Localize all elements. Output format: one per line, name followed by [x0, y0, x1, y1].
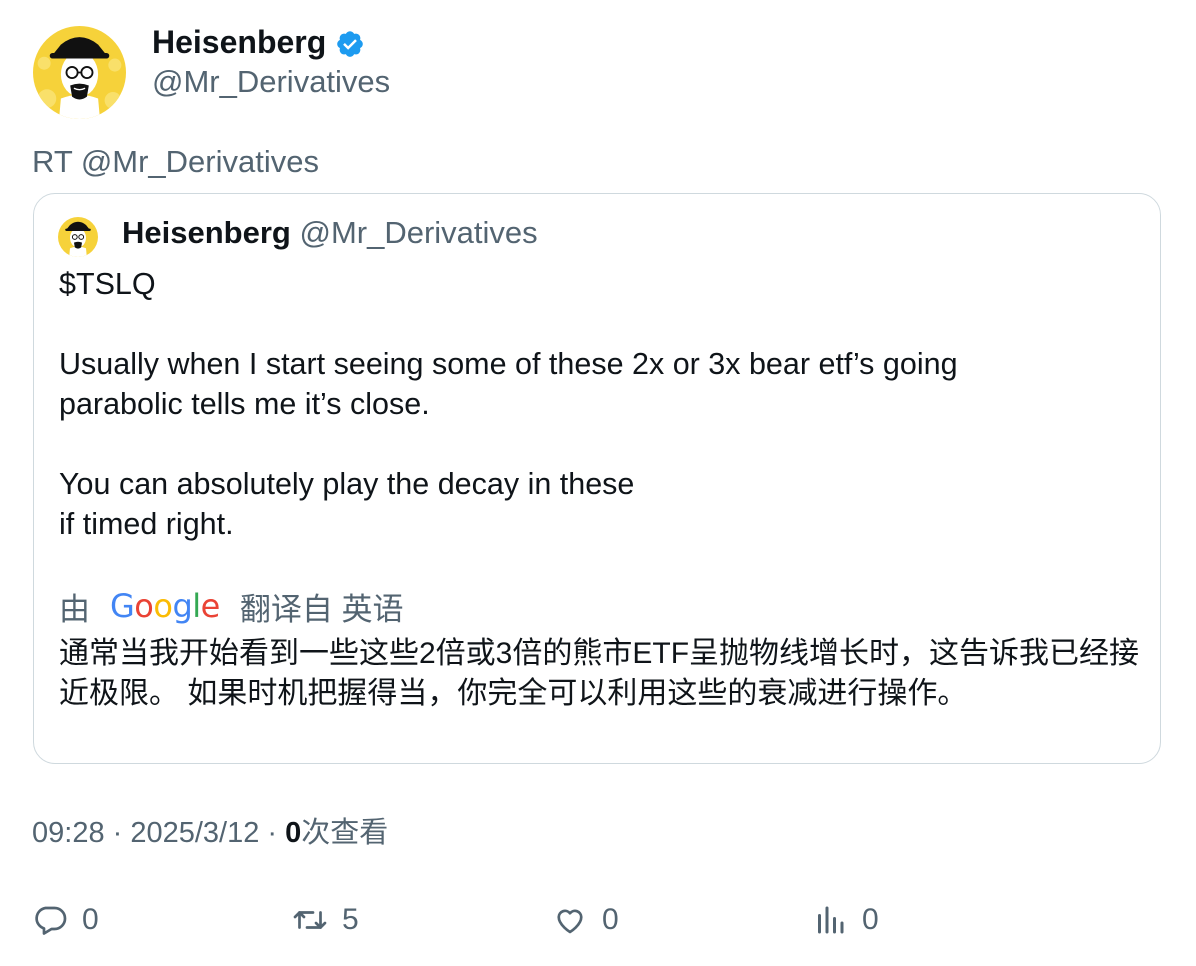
views-action-count: 0: [862, 903, 879, 936]
quoted-author-avatar[interactable]: [58, 217, 98, 257]
retweet-count: 5: [342, 903, 359, 936]
tweet-date[interactable]: 2025/3/12: [130, 817, 259, 849]
meta-separator: ·: [104, 817, 131, 849]
views-label: 次查看: [301, 817, 389, 849]
retweet-icon: [293, 911, 327, 929]
translated-text: 通常当我开始看到一些这些2倍或3倍的熊市ETF呈抛物线增长时，这告诉我已经接近极…: [59, 637, 1140, 710]
google-logo: Google: [110, 587, 220, 625]
retweet-button[interactable]: 5: [292, 900, 359, 940]
views-chart-icon: [818, 906, 844, 934]
views-button[interactable]: 0: [812, 900, 879, 940]
quoted-tweet-text: $TSLQ Usually when I start seeing some o…: [59, 267, 958, 541]
translation-attribution: 由 Google 翻译自 英语: [59, 586, 404, 627]
views-count: 0: [285, 817, 302, 849]
like-button[interactable]: 0: [552, 900, 619, 940]
reply-count: 0: [82, 903, 99, 936]
quoted-author: Heisenberg @Mr_Derivatives: [122, 213, 538, 253]
quoted-author-handle[interactable]: @Mr_Derivatives: [299, 215, 537, 250]
tweet-meta: 09:28 · 2025/3/12 · 0次查看: [32, 813, 388, 853]
author-avatar[interactable]: [33, 26, 126, 119]
retweet-text: RT @Mr_Derivatives: [32, 144, 319, 179]
translation-prefix: 由: [59, 591, 90, 627]
action-bar: 0 5 0 0: [0, 900, 1196, 940]
author-name[interactable]: Heisenberg: [152, 22, 326, 62]
translation-suffix: 翻译自 英语: [239, 591, 404, 627]
meta-separator: ·: [259, 817, 286, 849]
like-icon: [557, 909, 583, 934]
tweet-time[interactable]: 09:28: [32, 817, 105, 849]
verified-badge-icon: [337, 31, 363, 57]
quoted-tweet-card[interactable]: Heisenberg @Mr_Derivatives $TSLQ Usually…: [33, 193, 1161, 764]
like-count: 0: [602, 903, 619, 936]
reply-button[interactable]: 0: [32, 900, 99, 940]
reply-icon: [35, 906, 67, 935]
quoted-author-name[interactable]: Heisenberg: [122, 215, 291, 250]
author-handle[interactable]: @Mr_Derivatives: [152, 62, 390, 102]
